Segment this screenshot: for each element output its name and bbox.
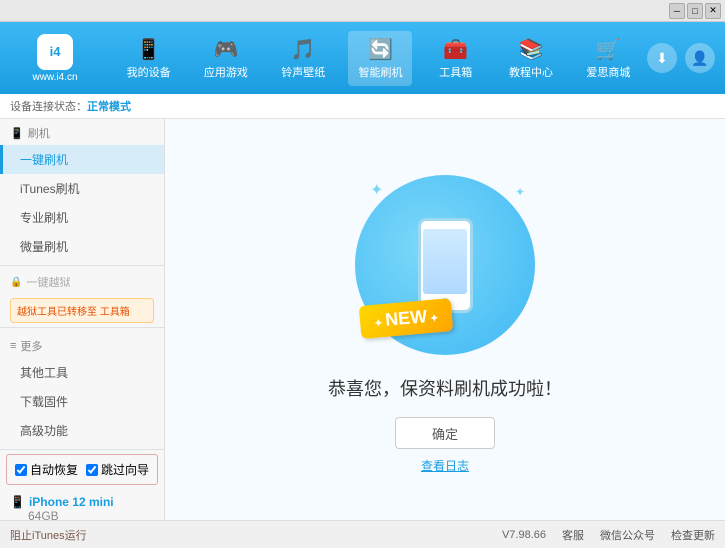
nav-ringtones-icon: 🎵 — [291, 37, 316, 62]
skip-wizard-label: 跳过向导 — [101, 461, 149, 478]
check-update-link[interactable]: 检查更新 — [671, 527, 715, 543]
nav-apps-games-label: 应用游戏 — [204, 64, 248, 80]
bottom-left: 阻止iTunes运行 — [10, 527, 175, 543]
maximize-btn[interactable]: □ — [687, 3, 703, 19]
nav-smart-flash-icon: 🔄 — [368, 37, 393, 62]
jailbreak-notice: 越狱工具已转移至 工具箱 — [10, 298, 154, 323]
advanced-label: 高级功能 — [20, 424, 68, 438]
sidebar: 📱 刷机 一键刷机 iTunes刷机 专业刷机 微量刷机 🔒 一键越狱 越狱工具… — [0, 119, 165, 520]
nav-tutorials-label: 教程中心 — [509, 64, 553, 80]
nav-my-device[interactable]: 📱 我的设备 — [117, 31, 181, 86]
lock-icon: 🔒 — [10, 277, 22, 288]
confirm-button-label: 确定 — [432, 424, 458, 443]
sparkle-2: ✦ — [515, 185, 525, 199]
nav-smart-flash[interactable]: 🔄 智能刷机 — [348, 31, 412, 86]
content-area: ✦ ✦ ✦ NEW 恭喜您，保资料刷机成功啦！ 确定 查看日志 — [165, 119, 725, 520]
one-click-flash-label: 一键刷机 — [20, 153, 68, 167]
wechat-link[interactable]: 微信公众号 — [600, 527, 655, 543]
section-flash-title: 📱 刷机 — [0, 119, 164, 145]
auto-dismiss-input[interactable] — [15, 464, 27, 476]
itunes-flash-label: iTunes刷机 — [20, 182, 80, 196]
user-btn[interactable]: 👤 — [685, 43, 715, 73]
success-message: 恭喜您，保资料刷机成功啦！ — [328, 375, 562, 401]
header-right: ⬇ 👤 — [647, 43, 715, 73]
divider-3 — [0, 449, 164, 450]
version-label: V7.98.66 — [502, 529, 546, 541]
other-tools-label: 其他工具 — [20, 366, 68, 380]
section-more-title: ≡ 更多 — [0, 332, 164, 358]
nav-apps-games[interactable]: 🎮 应用游戏 — [194, 31, 258, 86]
confirm-button[interactable]: 确定 — [395, 417, 495, 449]
device-info: 📱 iPhone 12 mini 64GB Down-12mini-13,1 — [0, 489, 164, 520]
nav-my-device-label: 我的设备 — [127, 64, 171, 80]
download-firmware-label: 下载固件 — [20, 395, 68, 409]
logo-url: www.i4.cn — [32, 72, 77, 83]
nav-smart-flash-label: 智能刷机 — [358, 64, 402, 80]
customer-service-link[interactable]: 客服 — [562, 527, 584, 543]
auto-dismiss-label: 自动恢复 — [30, 461, 78, 478]
status-label: 设备连接状态： — [10, 98, 87, 114]
nav-toolbox-icon: 🧰 — [443, 37, 468, 62]
nav-mall-label: 爱思商城 — [586, 64, 630, 80]
status-value: 正常模式 — [87, 98, 131, 114]
bottom-bar: 阻止iTunes运行 V7.98.66 客服 微信公众号 检查更新 — [0, 520, 725, 548]
divider-2 — [0, 327, 164, 328]
skip-link[interactable]: 查看日志 — [421, 457, 469, 474]
device-storage: 64GB — [10, 509, 154, 520]
download-btn[interactable]: ⬇ — [647, 43, 677, 73]
header: i4 www.i4.cn 📱 我的设备 🎮 应用游戏 🎵 铃声壁纸 🔄 智能刷机… — [0, 22, 725, 94]
sidebar-itunes-flash[interactable]: iTunes刷机 — [0, 174, 164, 203]
sidebar-pro-flash[interactable]: 专业刷机 — [0, 203, 164, 232]
section-more-label: 更多 — [20, 338, 42, 354]
itunes-toggle-label: 阻止iTunes运行 — [10, 530, 87, 542]
nav-tutorials-icon: 📚 — [519, 37, 544, 62]
sparkle-1: ✦ — [370, 180, 383, 200]
checkbox-area: 自动恢复 跳过向导 — [6, 454, 158, 485]
close-btn[interactable]: ✕ — [705, 3, 721, 19]
minimize-btn[interactable]: ─ — [669, 3, 685, 19]
status-bar: 设备连接状态： 正常模式 — [0, 94, 725, 119]
nav-toolbox-label: 工具箱 — [439, 64, 472, 80]
sidebar-one-click-flash[interactable]: 一键刷机 — [0, 145, 164, 174]
section-flash-label: 刷机 — [28, 125, 50, 141]
nav-ringtones-label: 铃声壁纸 — [281, 64, 325, 80]
jailbreak-notice-text: 越狱工具已转移至 工具箱 — [17, 307, 130, 318]
pro-flash-label: 专业刷机 — [20, 211, 68, 225]
itunes-toggle[interactable]: 阻止iTunes运行 — [10, 527, 87, 543]
sidebar-micro-flash[interactable]: 微量刷机 — [0, 232, 164, 261]
nav-bar: 📱 我的设备 🎮 应用游戏 🎵 铃声壁纸 🔄 智能刷机 🧰 工具箱 📚 教程中心… — [110, 31, 647, 86]
main-layout: 📱 刷机 一键刷机 iTunes刷机 专业刷机 微量刷机 🔒 一键越狱 越狱工具… — [0, 119, 725, 520]
bottom-right: V7.98.66 客服 微信公众号 检查更新 — [502, 527, 715, 543]
device-name: iPhone 12 mini — [29, 495, 114, 509]
divider-1 — [0, 265, 164, 266]
logo-icon: i4 — [37, 34, 73, 70]
device-phone-icon: 📱 — [10, 495, 25, 509]
titlebar: ─ □ ✕ — [0, 0, 725, 22]
sidebar-advanced[interactable]: 高级功能 — [0, 416, 164, 445]
nav-tutorials[interactable]: 📚 教程中心 — [499, 31, 563, 86]
jailbreak-label: 一键越狱 — [26, 274, 70, 290]
auto-dismiss-checkbox[interactable]: 自动恢复 — [15, 461, 78, 478]
nav-apps-games-icon: 🎮 — [213, 37, 238, 62]
nav-ringtones[interactable]: 🎵 铃声壁纸 — [271, 31, 335, 86]
nav-my-device-icon: 📱 — [136, 37, 161, 62]
phone-illustration: ✦ ✦ ✦ NEW — [345, 165, 545, 365]
nav-mall[interactable]: 🛒 爱思商城 — [576, 31, 640, 86]
skip-wizard-input[interactable] — [86, 464, 98, 476]
more-section-icon: ≡ — [10, 340, 16, 352]
phone-screen — [423, 229, 467, 294]
flash-section-icon: 📱 — [10, 127, 24, 140]
micro-flash-label: 微量刷机 — [20, 240, 68, 254]
nav-mall-icon: 🛒 — [596, 37, 621, 62]
sidebar-other-tools[interactable]: 其他工具 — [0, 358, 164, 387]
sidebar-download-firmware[interactable]: 下载固件 — [0, 387, 164, 416]
section-jailbreak-locked: 🔒 一键越狱 — [0, 270, 164, 294]
skip-wizard-checkbox[interactable]: 跳过向导 — [86, 461, 149, 478]
logo[interactable]: i4 www.i4.cn — [10, 34, 100, 83]
nav-toolbox[interactable]: 🧰 工具箱 — [426, 31, 486, 86]
